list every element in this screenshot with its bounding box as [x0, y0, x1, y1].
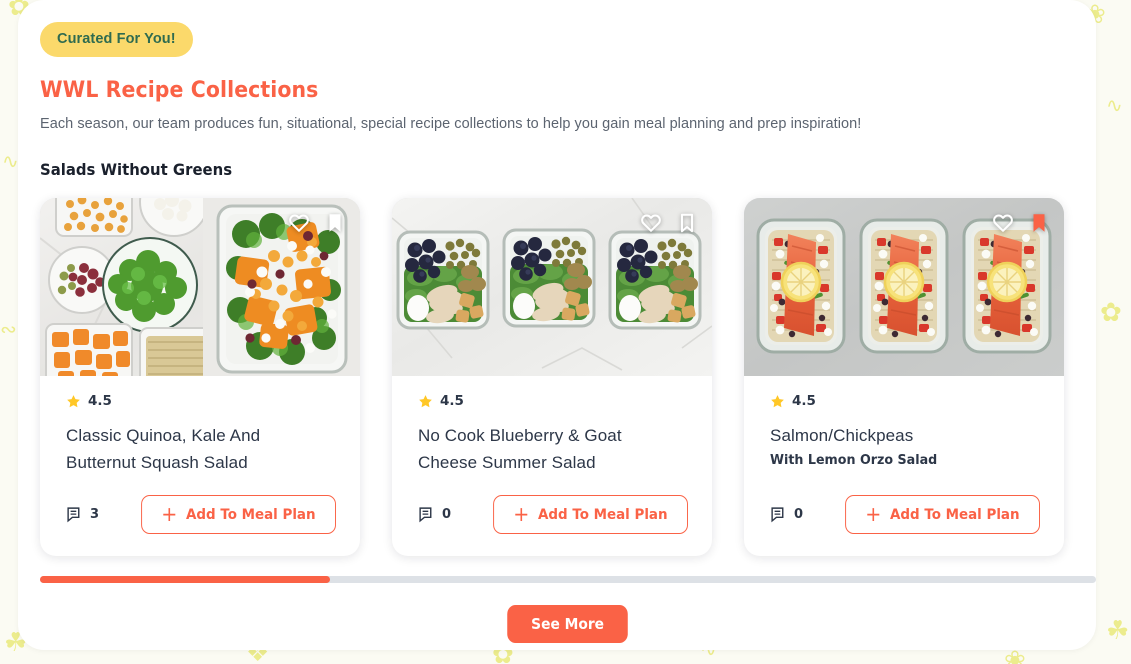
- doodle-icon: ✿: [1100, 298, 1122, 327]
- curated-badge: Curated For You!: [40, 22, 193, 57]
- plus-icon: +: [161, 501, 178, 526]
- comment-count-group[interactable]: 3: [66, 506, 99, 523]
- carousel-scrollbar-track[interactable]: [40, 576, 1096, 583]
- heart-outline-icon[interactable]: [288, 212, 310, 234]
- star-icon: [66, 394, 81, 409]
- doodle-icon: ☘: [1106, 616, 1130, 645]
- comment-count: 0: [794, 507, 804, 522]
- add-to-meal-plan-label: Add To Meal Plan: [186, 506, 316, 523]
- rating-value: 4.5: [440, 393, 464, 409]
- carousel-track: 4.5 Classic Quinoa, Kale And Butternut S…: [40, 198, 1096, 560]
- rating: 4.5: [418, 392, 688, 410]
- page-subtitle: Each season, our team produces fun, situ…: [40, 116, 862, 132]
- add-to-meal-plan-label: Add To Meal Plan: [538, 506, 668, 523]
- rating: 4.5: [66, 392, 336, 410]
- comment-count: 3: [90, 507, 100, 522]
- heart-outline-icon[interactable]: [640, 212, 662, 234]
- recipe-card[interactable]: 4.5 Salmon/Chickpeas With Lemon Orzo Sal…: [744, 198, 1064, 556]
- recipe-collections-panel: Curated For You! WWL Recipe Collections …: [18, 0, 1096, 650]
- doodle-icon: ❀: [1004, 646, 1026, 664]
- card-action-icons: [640, 212, 698, 234]
- recipe-image: [744, 198, 1064, 376]
- card-action-icons: [288, 212, 346, 234]
- comment-icon: [418, 506, 435, 523]
- plus-icon: +: [865, 501, 882, 526]
- recipe-carousel: 4.5 Classic Quinoa, Kale And Butternut S…: [40, 198, 1096, 560]
- page-title: WWL Recipe Collections: [40, 78, 319, 103]
- collection-section-title: Salads Without Greens: [40, 160, 233, 179]
- rating: 4.5: [770, 392, 1040, 410]
- recipe-title[interactable]: Salmon/Chickpeas: [770, 422, 1020, 449]
- bookmark-filled-accent-icon[interactable]: [1028, 212, 1050, 234]
- rating-value: 4.5: [88, 393, 112, 409]
- doodle-icon: ∿: [2, 151, 19, 173]
- comment-count: 0: [442, 507, 452, 522]
- plus-icon: +: [513, 501, 530, 526]
- comment-count-group[interactable]: 0: [418, 506, 451, 523]
- recipe-image: [40, 198, 360, 376]
- rating-value: 4.5: [792, 393, 816, 409]
- add-to-meal-plan-button[interactable]: + Add To Meal Plan: [845, 495, 1040, 534]
- recipe-card[interactable]: 4.5 Classic Quinoa, Kale And Butternut S…: [40, 198, 360, 556]
- card-action-icons: [992, 212, 1050, 234]
- comment-icon: [770, 506, 787, 523]
- doodle-icon: ∿: [1106, 95, 1123, 117]
- bookmark-filled-white-icon[interactable]: [324, 212, 346, 234]
- recipe-subtitle: With Lemon Orzo Salad: [770, 452, 938, 468]
- comment-icon: [66, 506, 83, 523]
- bookmark-outline-icon[interactable]: [676, 212, 698, 234]
- recipe-card[interactable]: 4.5 No Cook Blueberry & Goat Cheese Summ…: [392, 198, 712, 556]
- star-icon: [418, 394, 433, 409]
- recipe-title[interactable]: No Cook Blueberry & Goat Cheese Summer S…: [418, 422, 668, 476]
- comment-count-group[interactable]: 0: [770, 506, 803, 523]
- carousel-scrollbar-thumb[interactable]: [40, 576, 331, 583]
- heart-outline-icon[interactable]: [992, 212, 1014, 234]
- star-icon: [770, 394, 785, 409]
- doodle-icon: ∾: [0, 319, 17, 341]
- recipe-title[interactable]: Classic Quinoa, Kale And Butternut Squas…: [66, 422, 316, 476]
- add-to-meal-plan-button[interactable]: + Add To Meal Plan: [141, 495, 336, 534]
- see-more-button[interactable]: See More: [507, 605, 629, 643]
- add-to-meal-plan-button[interactable]: + Add To Meal Plan: [493, 495, 688, 534]
- recipe-image: [392, 198, 712, 376]
- add-to-meal-plan-label: Add To Meal Plan: [890, 506, 1020, 523]
